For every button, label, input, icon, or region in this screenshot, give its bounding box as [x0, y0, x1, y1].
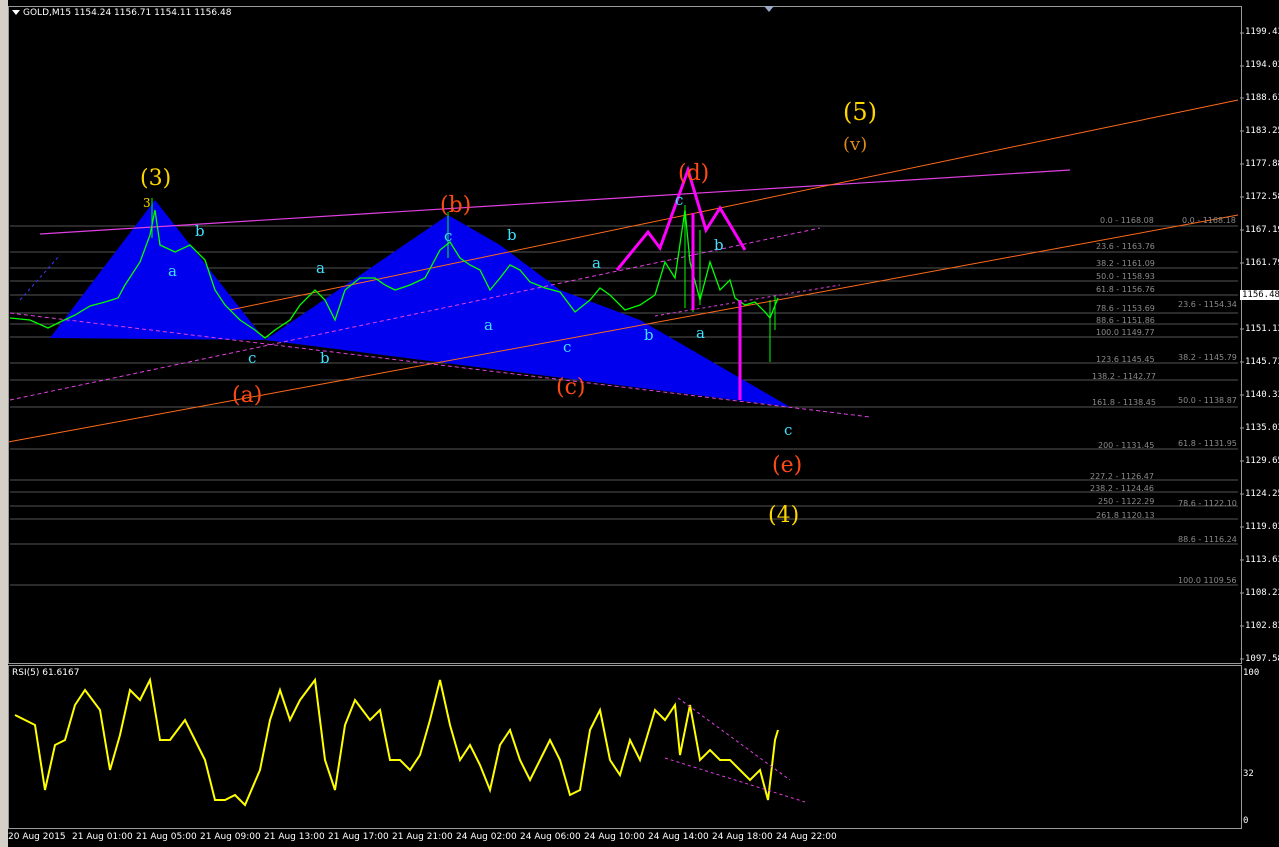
chart-shift-marker[interactable]: [764, 6, 774, 12]
price-tick: 1199.43: [1245, 27, 1279, 37]
symbol-ohlc: 1154.24 1156.71 1154.11 1156.48: [73, 8, 232, 18]
time-tick: 24 Aug 14:00: [648, 832, 709, 842]
price-tick: 1188.63: [1245, 93, 1279, 103]
time-tick: 24 Aug 06:00: [520, 832, 581, 842]
time-tick: 24 Aug 22:00: [776, 832, 837, 842]
price-tick: 1140.33: [1245, 390, 1279, 400]
price-tick: 1124.25: [1245, 489, 1279, 499]
time-tick: 21 Aug 21:00: [392, 832, 453, 842]
price-tick: 1119.03: [1245, 522, 1279, 532]
price-tick: 1108.23: [1245, 588, 1279, 598]
time-tick: 20 Aug 2015: [8, 832, 66, 842]
price-tick: 1145.73: [1245, 357, 1279, 367]
rsi-panel[interactable]: [8, 665, 1242, 829]
time-tick: 21 Aug 09:00: [200, 832, 261, 842]
price-tick: 1177.88: [1245, 159, 1279, 169]
time-tick: 21 Aug 01:00: [72, 832, 133, 842]
time-tick: 21 Aug 13:00: [264, 832, 325, 842]
current-price-tag: 1156.48: [1240, 290, 1279, 300]
price-tick: 1194.03: [1245, 60, 1279, 70]
rsi-level-0: 0: [1243, 816, 1249, 826]
price-tick: 1183.25: [1245, 126, 1279, 136]
price-tick: 1129.65: [1245, 456, 1279, 466]
symbol-header: GOLD,M15 1154.24 1156.71 1154.11 1156.48: [12, 8, 231, 18]
dropdown-arrow-icon[interactable]: [12, 10, 20, 15]
price-tick: 1135.03: [1245, 423, 1279, 433]
price-tick: 1167.19: [1245, 225, 1279, 235]
price-tick: 1102.83: [1245, 621, 1279, 631]
price-tick: 1161.79: [1245, 258, 1279, 268]
chart-window: 0.0 - 1168.08 23.6 - 1163.76 38.2 - 1161…: [0, 0, 1279, 847]
main-chart-panel[interactable]: [8, 6, 1242, 664]
time-tick: 24 Aug 18:00: [712, 832, 773, 842]
time-tick: 21 Aug 17:00: [328, 832, 389, 842]
price-tick: 1172.58: [1245, 192, 1279, 202]
time-tick: 24 Aug 02:00: [456, 832, 517, 842]
rsi-level-100: 100: [1243, 668, 1260, 678]
price-tick: 1113.63: [1245, 555, 1279, 565]
time-tick: 24 Aug 10:00: [584, 832, 645, 842]
rsi-level-32: 32: [1243, 769, 1254, 779]
price-tick: 1097.58: [1245, 654, 1279, 664]
rsi-label: RSI(5) 61.6167: [12, 668, 80, 678]
time-tick: 21 Aug 05:00: [136, 832, 197, 842]
symbol-name: GOLD,M15: [23, 8, 72, 18]
price-tick: 1151.13: [1245, 324, 1279, 334]
